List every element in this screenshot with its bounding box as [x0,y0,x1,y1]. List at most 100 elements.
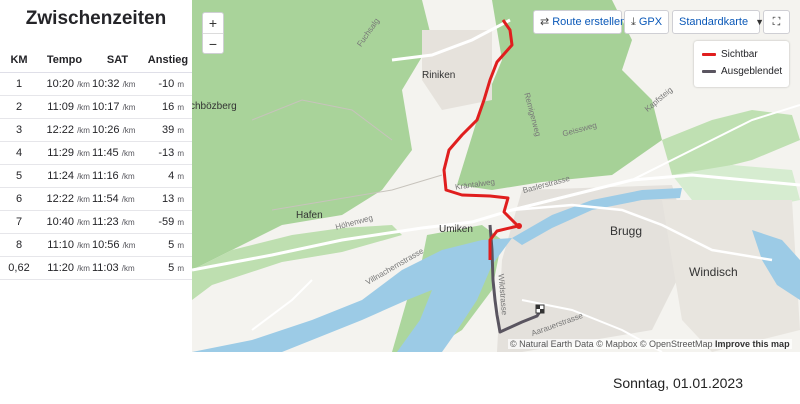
split-pace: 10:20 /km [38,72,91,96]
route-icon: ⇄ [540,16,550,28]
legend-visible-swatch [702,52,716,56]
zoom-out-button[interactable]: − [203,33,223,53]
split-elev: -59 m [143,210,192,234]
split-elev: 5 m [143,256,192,280]
split-km: 8 [0,233,38,257]
elev-unit: m [177,217,184,227]
legend-hidden: Ausgeblendet [702,66,782,78]
place-label-hafen: Hafen [296,210,323,221]
elev-unit: m [177,171,184,181]
split-pace: 10:40 /km [38,210,91,234]
split-gap: 10:17 /km [90,95,144,119]
legend-visible: Sichtbar [702,49,758,61]
split-row: 1 10:20 /km 10:32 /km -10 m [0,72,192,96]
split-km: 0,62 [0,256,38,280]
header-elev: Anstieg [143,48,192,73]
split-km: 2 [0,95,38,119]
zoom-control: + − [202,12,224,54]
place-label-umiken: Umiken [439,224,473,235]
split-elev: 4 m [143,164,192,188]
split-gap: 10:56 /km [90,233,144,257]
split-elev: 5 m [143,233,192,257]
route-start-marker [516,223,522,229]
header-km: KM [0,48,38,73]
legend-hidden-swatch [702,69,716,73]
split-pace: 12:22 /km [38,187,91,211]
place-label-brugg: Brugg [610,224,643,238]
gap-unit: /km [121,217,135,227]
split-pace: 12:22 /km [38,118,91,142]
gap-unit: /km [121,148,135,158]
split-elev: 16 m [143,95,192,119]
gap-unit: /km [122,125,136,135]
pace-unit: /km [77,263,90,273]
attribution-osm[interactable]: © OpenStreetMap [640,339,713,349]
split-row: 7 10:40 /km 11:23 /km -59 m [0,210,192,234]
splits-header-row: KM Tempo SAT Anstieg [0,48,192,73]
splits-title: Zwischenzeiten [25,8,167,29]
pace-unit: /km [77,171,90,181]
split-row: 3 12:22 /km 10:26 /km 39 m [0,118,192,142]
map-style-select[interactable]: Standardkarte ▼ [672,10,764,34]
split-elev: 39 m [143,118,192,142]
improve-map-link[interactable]: Improve this map [715,339,790,349]
gap-unit: /km [122,240,136,250]
place-label-riniken: Riniken [422,70,456,81]
split-km: 1 [0,72,38,96]
zoom-in-button[interactable]: + [203,13,223,33]
elev-unit: m [177,79,184,89]
download-icon: ⤓ [631,16,636,28]
split-gap: 11:23 /km [90,210,144,234]
fullscreen-icon: ⛶ [772,16,781,28]
route-legend: Sichtbar Ausgeblendet [694,41,789,87]
split-gap: 11:54 /km [90,187,144,211]
split-row: 8 11:10 /km 10:56 /km 5 m [0,233,192,257]
split-elev: 13 m [143,187,192,211]
pace-unit: /km [77,217,90,227]
attribution-mapbox[interactable]: © Mapbox [596,339,637,349]
split-km: 5 [0,164,38,188]
map-style-label: Standardkarte [679,16,749,28]
split-elev: -10 m [143,72,192,96]
pace-unit: /km [77,102,90,112]
splits-panel: Zwischenzeiten KM Tempo SAT Anstieg 1 10:… [0,0,192,352]
place-label-bozberg: chbözberg [192,101,237,112]
pace-unit: /km [77,125,90,135]
legend-hidden-label: Ausgeblendet [721,66,783,77]
splits-table: KM Tempo SAT Anstieg 1 10:20 /km 10:32 /km… [0,48,192,280]
pace-unit: /km [77,240,90,250]
gpx-export-button[interactable]: ⤓ GPX [624,10,669,34]
split-km: 4 [0,141,38,165]
gap-unit: /km [122,102,136,112]
split-gap: 10:26 /km [90,118,144,142]
split-row: 0,62 11:20 /km 11:03 /km 5 m [0,256,192,280]
gpx-label: GPX [638,16,663,28]
header-gap: SAT [90,48,144,73]
split-gap: 11:16 /km [90,164,144,188]
pace-unit: /km [77,79,90,89]
split-row: 6 12:22 /km 11:54 /km 13 m [0,187,192,211]
elev-unit: m [177,263,184,273]
elev-unit: m [177,125,184,135]
route-map[interactable]: Riniken Hafen Umiken Brugg Windisch chbö… [192,0,800,352]
place-label-windisch: Windisch [689,265,738,279]
split-row: 2 11:09 /km 10:17 /km 16 m [0,95,192,119]
split-pace: 11:24 /km [38,164,91,188]
fullscreen-button[interactable]: ⛶ [763,10,790,34]
split-km: 6 [0,187,38,211]
create-route-button[interactable]: ⇄ Route erstellen [533,10,626,34]
legend-visible-label: Sichtbar [721,49,758,60]
attribution-natural-earth[interactable]: © Natural Earth Data [510,339,594,349]
split-pace: 11:10 /km [38,233,91,257]
split-elev: -13 m [143,141,192,165]
split-gap: 11:45 /km [90,141,144,165]
split-pace: 11:09 /km [38,95,91,119]
elev-unit: m [177,194,184,204]
elev-unit: m [177,148,184,158]
elev-unit: m [177,102,184,112]
activity-date: Sonntag, 01.01.2023 [613,375,744,391]
split-km: 3 [0,118,38,142]
split-gap: 11:03 /km [90,256,144,280]
split-gap: 10:32 /km [90,72,144,96]
elev-unit: m [177,240,184,250]
